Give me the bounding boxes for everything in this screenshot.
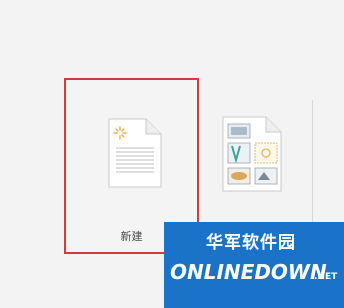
watermark-chinese-text: 华军软件园 [206, 233, 296, 253]
watermark-tld-text: .NET [314, 272, 338, 282]
photo-template-tile[interactable] [222, 116, 282, 192]
blank-document-icon [108, 118, 162, 188]
watermark-english-text: ONLINEDOWN [170, 260, 327, 284]
